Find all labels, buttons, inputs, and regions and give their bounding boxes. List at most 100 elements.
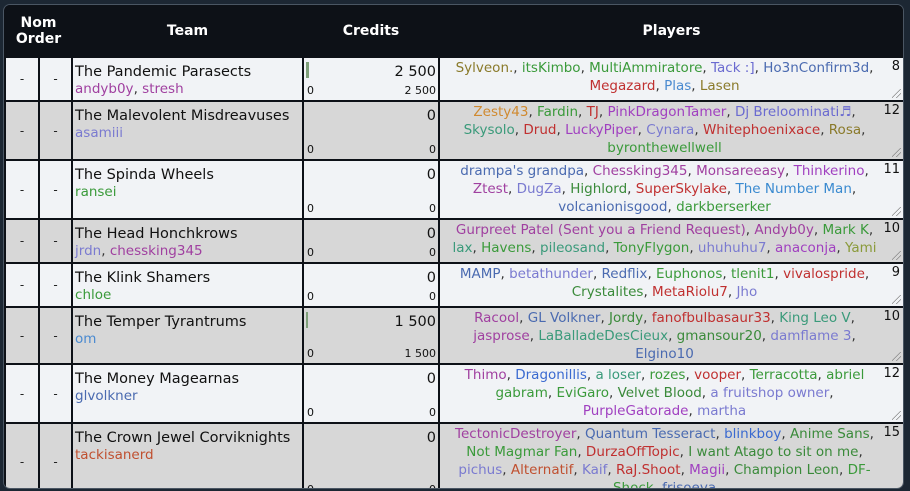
player-name[interactable]: PinkDragonTamer [607, 104, 726, 120]
player-name[interactable]: LuckyPiper [565, 122, 638, 138]
player-name[interactable]: uhuhuhu7 [698, 240, 766, 256]
player-name[interactable]: pichus [458, 462, 502, 478]
player-name[interactable]: PurpleGatorade [583, 403, 689, 419]
player-name[interactable]: Elgino10 [635, 346, 694, 362]
player-name[interactable]: Euphonos [656, 266, 722, 282]
player-name[interactable]: Dragonillis [515, 367, 587, 383]
resize-handle-icon[interactable] [892, 488, 901, 489]
player-name[interactable]: DurzaOffTopic [586, 444, 680, 460]
player-name[interactable]: LaBalladeDesCieux [538, 328, 668, 344]
player-name[interactable]: TJ [587, 104, 599, 120]
manager-name[interactable]: chessking345 [110, 243, 203, 259]
player-name[interactable]: MultiAmmiratore [589, 60, 702, 76]
player-name[interactable]: vooper [694, 367, 741, 383]
player-name[interactable]: Sylveon. [456, 60, 514, 76]
player-name[interactable]: Velvet Blood [618, 385, 702, 401]
player-name[interactable]: a fruitshop owner [710, 385, 829, 401]
player-name[interactable]: Redflix [602, 266, 648, 282]
player-name[interactable]: Mark K [822, 222, 868, 238]
resize-handle-icon[interactable] [892, 207, 902, 216]
player-name[interactable]: TonyFlygon [614, 240, 690, 256]
manager-name[interactable]: om [75, 331, 96, 347]
player-name[interactable]: damflame 3 [770, 328, 851, 344]
player-name[interactable]: Dj Breloominati♬ [735, 104, 851, 120]
resize-handle-icon[interactable] [892, 148, 902, 157]
player-name[interactable]: pileosand [540, 240, 605, 256]
player-name[interactable]: volcanionisgood [558, 199, 667, 215]
player-name[interactable]: RaJ.Shoot [616, 462, 681, 478]
player-name[interactable]: byronthewellwell [607, 140, 721, 156]
player-name[interactable]: Gurpreet Patel (Sent you a Friend Reques… [456, 222, 746, 238]
player-name[interactable]: Quantum Tesseract [585, 426, 715, 442]
player-name[interactable]: fanofbulbasaur33 [652, 310, 771, 326]
player-name[interactable]: a loser [595, 367, 640, 383]
player-name[interactable]: Fardin [537, 104, 578, 120]
player-name[interactable]: tlenit1 [731, 266, 775, 282]
resize-handle-icon[interactable] [892, 352, 902, 361]
player-name[interactable]: Tack :] [711, 60, 755, 76]
player-name[interactable]: gmansour20 [677, 328, 762, 344]
player-name[interactable]: Ztest [473, 181, 508, 197]
player-name[interactable]: lax [452, 240, 472, 256]
resize-handle-icon[interactable] [892, 89, 902, 98]
player-name[interactable]: drampa's grandpa [460, 163, 584, 179]
player-name[interactable]: MetaRiolu7 [652, 284, 728, 300]
player-name[interactable]: I want Atago to sit on me [688, 444, 858, 460]
player-name[interactable]: GL Volkner [528, 310, 601, 326]
player-name[interactable]: Alternatif [511, 462, 574, 478]
player-name[interactable]: MAMP [460, 266, 501, 282]
player-name[interactable]: Havens [481, 240, 531, 256]
player-name[interactable]: Whitephoenixace [703, 122, 820, 138]
player-name[interactable]: Racool [474, 310, 519, 326]
player-name[interactable]: blinkboy [724, 426, 781, 442]
player-name[interactable]: Megazard [589, 78, 655, 94]
manager-name[interactable]: stresh [142, 81, 183, 97]
player-name[interactable]: Magii [689, 462, 725, 478]
player-name[interactable]: Chessking345 [593, 163, 688, 179]
player-name[interactable]: Kaif [582, 462, 607, 478]
player-name[interactable]: anaconja [775, 240, 836, 256]
manager-name[interactable]: ransei [75, 184, 116, 200]
player-name[interactable]: Rosa [829, 122, 861, 138]
player-name[interactable]: Thinkerino [794, 163, 865, 179]
manager-name[interactable]: glvolkner [75, 388, 138, 404]
player-name[interactable]: Lasen [700, 78, 740, 94]
player-name[interactable]: vivalospride [783, 266, 865, 282]
player-name[interactable]: frisoeva [662, 480, 716, 488]
manager-name[interactable]: chloe [75, 287, 111, 303]
player-name[interactable]: Highlord [570, 181, 627, 197]
manager-name[interactable]: tackisanerd [75, 447, 154, 463]
player-name[interactable]: Ho3nConfirm3d [763, 60, 869, 76]
player-name[interactable]: King Leo V [779, 310, 850, 326]
player-name[interactable]: DugZa [517, 181, 562, 197]
player-name[interactable]: rozes [650, 367, 686, 383]
manager-name[interactable]: asamiii [75, 125, 123, 141]
player-name[interactable]: Drud [523, 122, 556, 138]
player-name[interactable]: EviGaro [556, 385, 609, 401]
player-name[interactable]: Skysolo [464, 122, 515, 138]
player-name[interactable]: Jho [736, 284, 757, 300]
manager-name[interactable]: jrdn [75, 243, 101, 259]
player-name[interactable]: betathunder [509, 266, 593, 282]
player-name[interactable]: Crystalites [572, 284, 644, 300]
player-name[interactable]: TectonicDestroyer [455, 426, 576, 442]
player-name[interactable]: itsKimbo [522, 60, 581, 76]
player-name[interactable]: Jordy [609, 310, 643, 326]
player-name[interactable]: Monsareeasy [696, 163, 785, 179]
player-name[interactable]: Plas [664, 78, 691, 94]
manager-name[interactable]: andyb0y [75, 81, 134, 97]
player-name[interactable]: Yami [845, 240, 877, 256]
player-name[interactable]: Zesty43 [473, 104, 528, 120]
player-name[interactable]: martha [697, 403, 746, 419]
player-name[interactable]: Andyb0y [754, 222, 814, 238]
player-name[interactable]: jasprose [473, 328, 529, 344]
resize-handle-icon[interactable] [892, 251, 902, 260]
player-name[interactable]: Terracotta [750, 367, 818, 383]
resize-handle-icon[interactable] [892, 295, 902, 304]
player-name[interactable]: SuperSkylake [636, 181, 727, 197]
player-name[interactable]: Not Magmar Fan [466, 444, 577, 460]
player-name[interactable]: Anime Sans [790, 426, 870, 442]
player-name[interactable]: The Number Man [735, 181, 851, 197]
player-name[interactable]: Thimo [465, 367, 507, 383]
player-name[interactable]: Cynara [646, 122, 694, 138]
